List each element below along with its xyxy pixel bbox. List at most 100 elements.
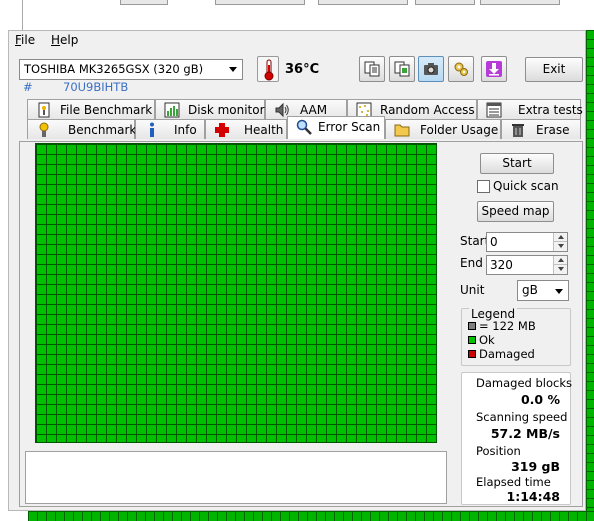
tab-label: Folder Usage [420,123,499,137]
benchmark-icon [39,122,49,137]
tab-benchmark[interactable]: Benchmark [27,119,137,139]
tab-label: File Benchmark [60,103,153,117]
damaged-blocks-value: 0.0 % [520,392,560,407]
tab-label: Error Scan [318,120,381,134]
health-cross-icon [215,123,229,137]
temperature-readout: 36°C [285,62,320,77]
copy-text-button[interactable] [359,56,385,82]
scanning-speed-value: 57.2 MB/s [490,426,560,441]
hdtune-window: File Help TOSHIBA MK3265GSX (320 gB) # 7… [8,30,586,511]
tab-error-scan[interactable]: Error Scan [287,116,385,139]
damaged-blocks-label: Damaged blocks [476,376,572,390]
legend-swatch-green [468,336,476,344]
chevron-down-icon [229,67,237,72]
drive-select[interactable]: TOSHIBA MK3265GSX (320 gB) [19,59,243,80]
legend-item-ok: Ok [468,333,495,347]
menu-help[interactable]: Help [51,33,78,47]
tab-label: Info [174,123,197,137]
spin-up-icon[interactable] [553,233,567,242]
block-map-grid [35,143,437,443]
file-benchmark-icon [38,102,50,118]
legend-box: Legend = 122 MB Ok Damaged [461,307,571,366]
start-spinbox[interactable]: 0 [486,232,568,252]
serial-number: 70U9BIHTB [63,80,129,94]
spin-down-icon[interactable] [553,265,567,274]
unit-label: Unit [460,283,485,297]
background-fragment [120,0,168,5]
spin-up-icon[interactable] [553,256,567,265]
error-scan-panel: Start Quick scan Speed map Start 0 End 3… [19,141,583,507]
extra-tests-icon [486,102,502,118]
position-value: 319 gB [511,459,560,474]
screenshot-camera-icon [424,63,438,75]
tab-extra-tests[interactable]: Extra tests [477,99,583,119]
exit-button[interactable]: Exit [525,57,583,82]
end-label: End [460,256,483,270]
serial-prefix: # [23,80,33,94]
tab-file-benchmark[interactable]: File Benchmark [27,99,155,119]
trash-icon [512,124,524,137]
legend-swatch-gray [468,322,476,330]
tab-info[interactable]: Info [135,119,205,139]
download-button[interactable] [481,56,507,82]
end-value: 320 [490,258,513,272]
background-fragment [318,0,408,5]
legend-item-block-size: = 122 MB [468,319,536,333]
options-button[interactable] [448,56,474,82]
tab-label: Health [244,123,284,137]
copy-text-icon [364,61,380,77]
speed-map-button[interactable]: Speed map [477,201,554,222]
start-label: Start [460,234,490,248]
scan-stats-box: Damaged blocks 0.0 % Scanning speed 57.2… [461,372,572,505]
position-label: Position [476,444,521,458]
background-window-strip [0,0,594,30]
tab-folder-usage[interactable]: Folder Usage [385,119,501,139]
start-scan-button[interactable]: Start [480,153,554,174]
elapsed-time-label: Elapsed time [476,475,551,489]
drive-select-value: TOSHIBA MK3265GSX (320 gB) [24,62,204,76]
background-fragment [480,0,560,5]
magnifier-icon [296,119,312,135]
copy-image-icon [394,61,410,77]
scan-log-area [25,451,447,504]
start-value: 0 [490,235,498,249]
tab-label: Extra tests [518,103,583,117]
end-spinbox[interactable]: 320 [486,255,568,275]
background-block-grid-right [586,30,594,521]
unit-select[interactable]: gB [517,280,569,301]
legend-label: Damaged [479,347,535,361]
quick-scan-checkbox[interactable] [477,180,490,193]
tab-label: Erase [536,123,570,137]
tab-disk-monitor[interactable]: Disk monitor [155,99,265,119]
background-divider [22,0,23,30]
elapsed-time-value: 1:14:48 [506,489,561,504]
legend-label: = 122 MB [479,319,536,333]
disk-monitor-icon [164,102,180,118]
menu-bar: File Help [9,31,585,51]
thermometer-icon [257,56,279,82]
spin-down-icon[interactable] [553,242,567,251]
background-block-grid-bottom [28,511,594,521]
download-icon [486,61,502,77]
info-icon [150,122,154,137]
tab-erase[interactable]: Erase [501,119,581,139]
quick-scan-label: Quick scan [493,179,559,193]
background-fragment [215,0,305,5]
screenshot-button[interactable] [418,56,444,82]
legend-swatch-red [468,350,476,358]
legend-label: Ok [479,333,495,347]
tab-health[interactable]: Health [205,119,287,139]
legend-item-damaged: Damaged [468,347,535,361]
chevron-down-icon [555,289,563,294]
copy-image-button[interactable] [389,56,415,82]
background-fragment [415,0,475,5]
tab-label: Random Access [380,103,475,117]
tab-label: AAM [300,103,328,117]
menu-file[interactable]: File [15,33,35,47]
scanning-speed-label: Scanning speed [476,410,568,424]
options-icon [454,62,468,76]
folder-icon [394,124,410,137]
tab-label: Disk monitor [188,103,265,117]
tab-label: Benchmark [68,123,137,137]
unit-value: gB [522,283,538,297]
